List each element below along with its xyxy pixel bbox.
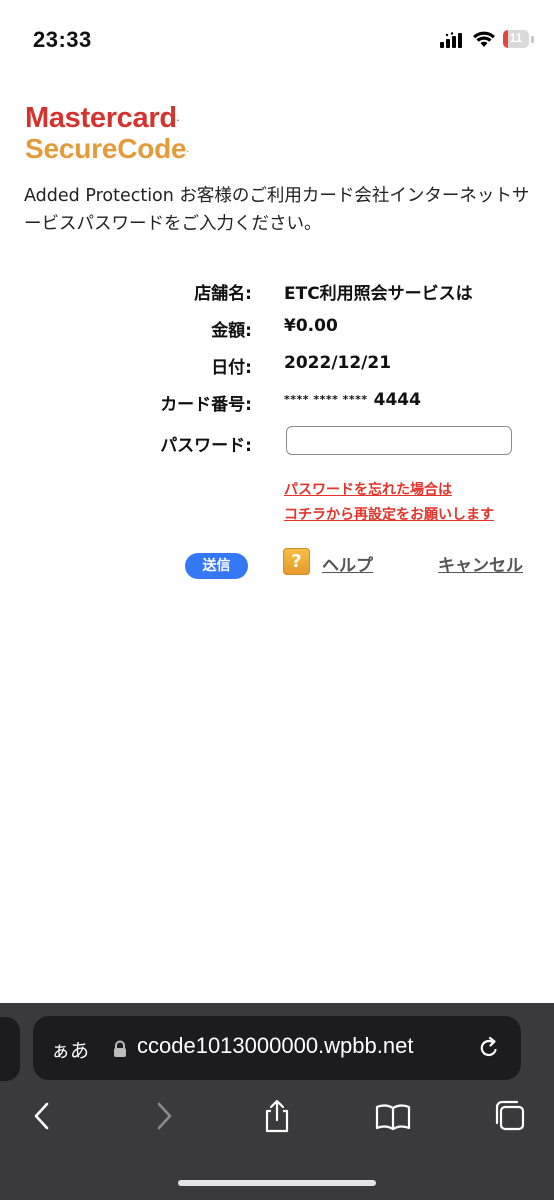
reader-options-button[interactable]: ぁあ bbox=[51, 1036, 89, 1063]
date-label: 日付: bbox=[211, 358, 252, 378]
battery-icon: 11 bbox=[503, 30, 535, 50]
cancel-link[interactable]: キャンセル bbox=[438, 551, 523, 576]
submit-button[interactable]: 送信 bbox=[185, 553, 248, 579]
back-icon[interactable] bbox=[25, 1098, 61, 1134]
password-input[interactable] bbox=[286, 426, 512, 455]
forward-icon[interactable] bbox=[145, 1098, 181, 1134]
forgot-password-line1[interactable]: パスワードを忘れた場合は bbox=[284, 478, 494, 503]
logo-mastercard-text: Mastercard. bbox=[25, 102, 179, 134]
tabs-icon[interactable] bbox=[491, 1098, 527, 1134]
wifi-icon bbox=[473, 31, 495, 47]
merchant-label: 店舗名: bbox=[194, 284, 252, 304]
merchant-value: ETC利用照会サービスは bbox=[284, 284, 473, 304]
password-label: パスワード: bbox=[160, 436, 252, 456]
card-last4: 4444 bbox=[373, 390, 421, 410]
card-number-label: カード番号: bbox=[160, 395, 252, 415]
amount-value: ¥0.00 bbox=[284, 316, 338, 336]
forgot-password-link[interactable]: パスワードを忘れた場合は コチラから再設定をお願いします bbox=[284, 478, 494, 528]
status-bar: 23:33 11 bbox=[0, 0, 554, 80]
share-icon[interactable] bbox=[259, 1098, 295, 1134]
logo-securecode-text: SecureCode. bbox=[25, 133, 189, 164]
home-indicator bbox=[178, 1180, 376, 1186]
help-link[interactable]: ヘルプ bbox=[322, 551, 373, 576]
url-text[interactable]: ccode1013000000.wpbb.net bbox=[137, 1033, 413, 1059]
status-time: 23:33 bbox=[33, 27, 92, 52]
lock-icon bbox=[114, 1040, 126, 1057]
card-number-mask: **** **** **** bbox=[284, 393, 368, 406]
help-question-icon[interactable]: ? bbox=[283, 548, 310, 575]
amount-label: 金額: bbox=[211, 321, 252, 341]
date-value: 2022/12/21 bbox=[284, 353, 392, 373]
battery-level-text: 11 bbox=[509, 31, 523, 45]
bookmarks-icon[interactable] bbox=[375, 1098, 411, 1134]
intro-text: Added Protection お客様のご利用カード会社インターネットサービス… bbox=[24, 186, 530, 234]
address-bar[interactable]: ぁあ ccode1013000000.wpbb.net bbox=[33, 1016, 521, 1080]
browser-bottom-bar: ぁあ ccode1013000000.wpbb.net bbox=[0, 1003, 554, 1200]
card-number-value: **** **** **** 4444 bbox=[284, 390, 421, 410]
forgot-password-line2[interactable]: コチラから再設定をお願いします bbox=[284, 503, 494, 528]
cellular-signal-icon bbox=[440, 32, 462, 48]
reload-icon[interactable] bbox=[477, 1036, 501, 1060]
mastercard-securecode-logo: Mastercard. SecureCode. bbox=[25, 103, 189, 164]
previous-tab-preview[interactable] bbox=[0, 1017, 20, 1081]
